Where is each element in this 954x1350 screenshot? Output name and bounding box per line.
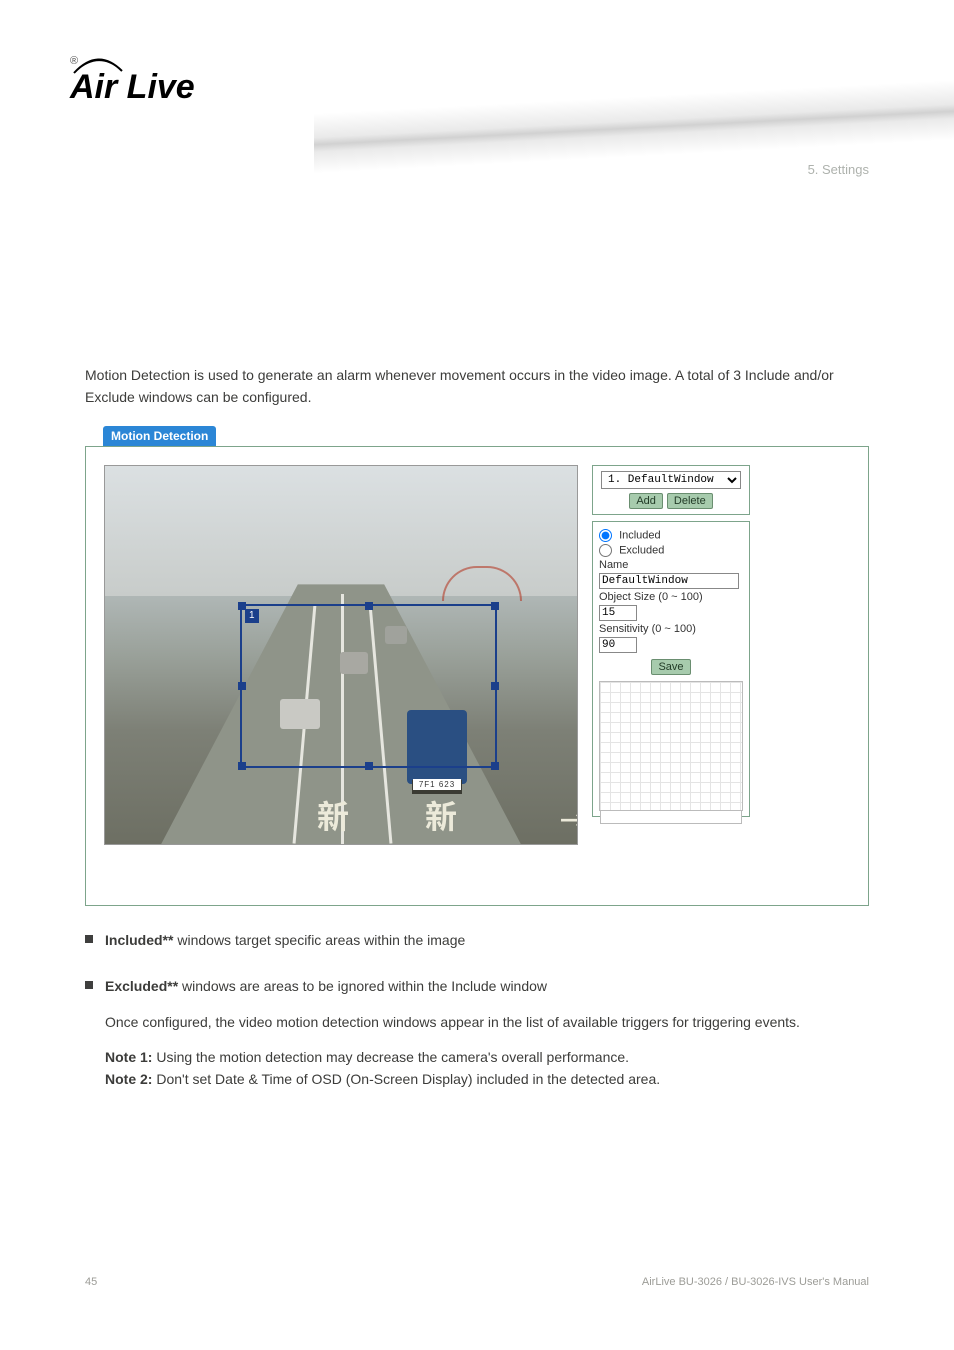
save-button[interactable]: Save xyxy=(651,659,690,675)
bullet-excluded: Excluded** windows are areas to be ignor… xyxy=(85,976,869,1091)
bullet-title: Included** xyxy=(105,932,177,948)
bullet-body: windows are areas to be ignored within t… xyxy=(182,978,547,994)
video-preview[interactable]: 7F1 623 1 新 新 → xyxy=(104,465,578,845)
post-bullet-text: Once configured, the video motion detect… xyxy=(105,1014,800,1030)
motion-detection-tab[interactable]: Motion Detection xyxy=(103,426,216,446)
histogram-chart xyxy=(599,681,743,811)
bullet-icon xyxy=(85,981,93,989)
name-label: Name xyxy=(599,559,743,571)
header-swoosh xyxy=(314,80,954,174)
license-plate: 7F1 623 xyxy=(413,779,461,790)
delete-button[interactable]: Delete xyxy=(667,493,713,509)
lane-label: 新 xyxy=(425,792,457,838)
add-button[interactable]: Add xyxy=(629,493,663,509)
lane-label: 新 xyxy=(317,792,349,838)
size-input[interactable] xyxy=(599,605,637,621)
sens-label: Sensitivity (0 ~ 100) xyxy=(599,623,743,635)
size-label: Object Size (0 ~ 100) xyxy=(599,591,743,603)
vehicle-truck xyxy=(407,710,467,784)
logo-text: Air Live xyxy=(70,68,195,107)
bullet-list: Included** windows target specific areas… xyxy=(85,930,869,1090)
sens-input[interactable] xyxy=(599,637,637,653)
excluded-radio-row[interactable]: Excluded xyxy=(599,544,743,557)
note2-body: Don't set Date & Time of OSD (On-Screen … xyxy=(152,1071,660,1087)
note1-body: Using the motion detection may decrease … xyxy=(152,1049,629,1065)
footer-manual-title: AirLive BU-3026 / BU-3026-IVS User's Man… xyxy=(642,1276,869,1288)
included-radio[interactable] xyxy=(599,529,612,542)
bullet-body: windows target specific areas within the… xyxy=(177,932,465,948)
vehicle xyxy=(280,699,320,729)
bullet-icon xyxy=(85,935,93,943)
motion-detection-panel: 7F1 623 1 新 新 → 1. Def xyxy=(85,446,869,906)
name-input[interactable] xyxy=(599,573,739,589)
vehicle xyxy=(340,652,368,674)
note1-label: Note 1: xyxy=(105,1049,152,1065)
bullet-title: Excluded** xyxy=(105,978,182,994)
brand-logo: Air Live® xyxy=(70,55,250,115)
note2-label: Note 2: xyxy=(105,1071,152,1087)
excluded-radio[interactable] xyxy=(599,544,612,557)
md-controls: 1. DefaultWindow Add Delete Included Exc… xyxy=(592,465,750,845)
lane-arrow-icon: → xyxy=(560,801,578,838)
page-number: 45 xyxy=(85,1276,97,1288)
intro-paragraph: Motion Detection is used to generate an … xyxy=(85,365,869,408)
included-radio-row[interactable]: Included xyxy=(599,529,743,542)
section-heading: 5. Settings xyxy=(808,162,869,177)
vehicle xyxy=(385,626,407,644)
included-label: Included xyxy=(619,530,661,542)
bullet-included: Included** windows target specific areas… xyxy=(85,930,869,952)
excluded-label: Excluded xyxy=(619,545,664,557)
window-select[interactable]: 1. DefaultWindow xyxy=(601,471,741,489)
page-footer: 45 AirLive BU-3026 / BU-3026-IVS User's … xyxy=(85,1276,869,1288)
